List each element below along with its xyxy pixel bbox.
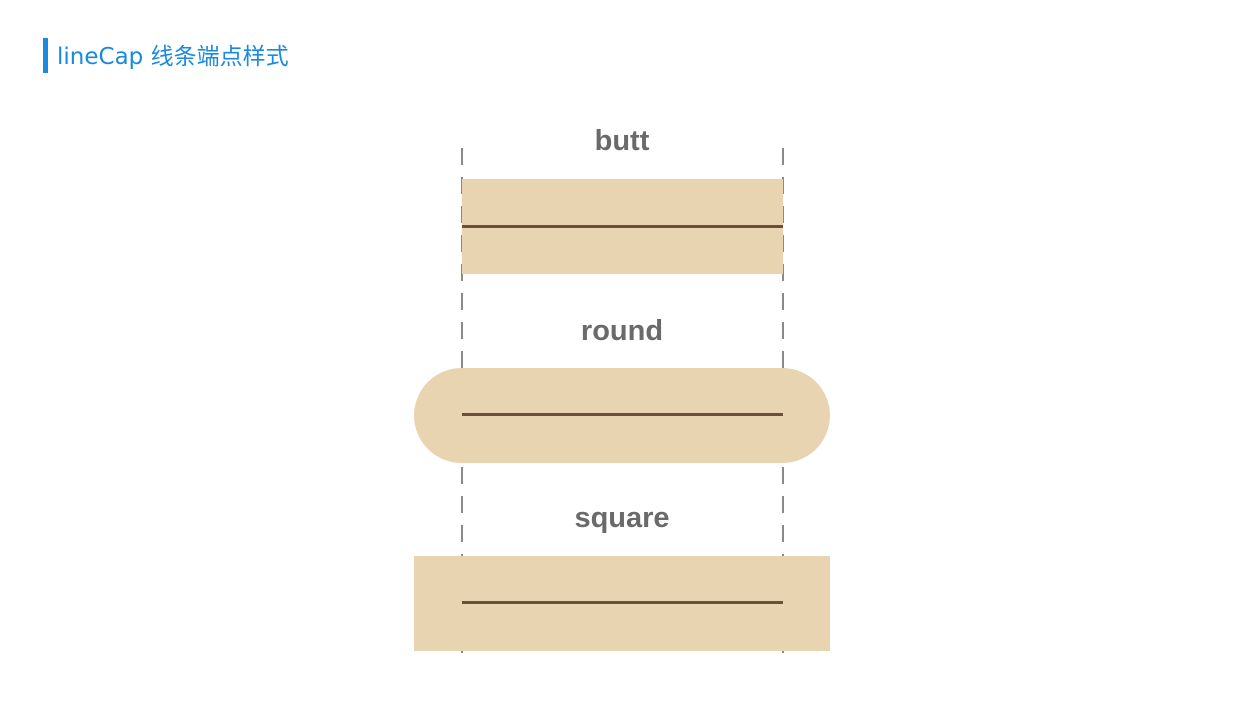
cap-label-square: square [574, 502, 670, 534]
stroke-line-square [462, 601, 783, 604]
linecap-diagram: butt round square [0, 0, 1239, 726]
stroke-line-butt [462, 225, 783, 228]
cap-label-round: round [580, 315, 664, 347]
stroke-line-round [462, 413, 783, 416]
cap-label-butt: butt [594, 125, 650, 157]
